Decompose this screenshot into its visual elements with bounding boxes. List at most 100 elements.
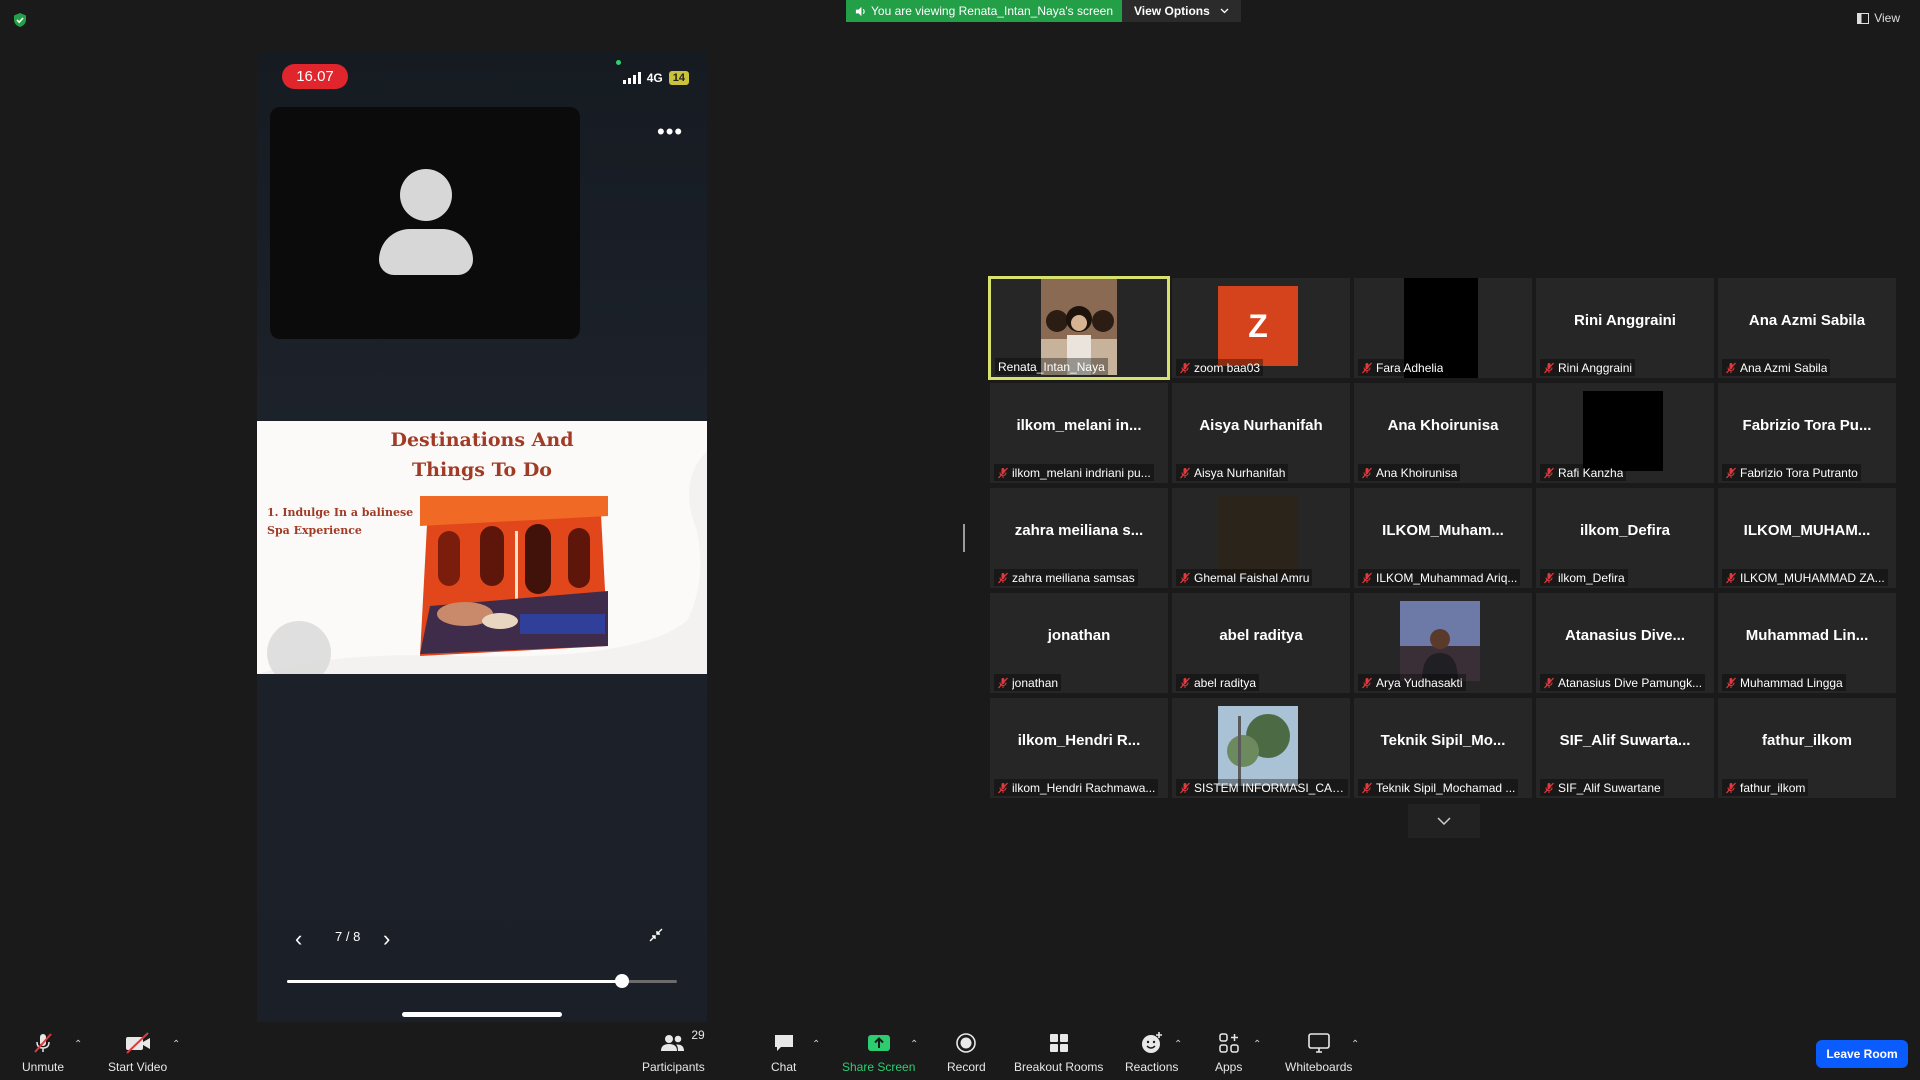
mic-off-icon	[1362, 782, 1372, 793]
participant-tile[interactable]: zahra meiliana s... zahra meiliana samsas	[990, 488, 1168, 588]
participant-count: 29	[691, 1028, 705, 1042]
home-indicator	[402, 1012, 562, 1017]
unmute-button[interactable]: Unmute	[22, 1030, 64, 1074]
participant-name-label: Fara Adhelia	[1358, 359, 1447, 376]
whiteboards-button[interactable]: Whiteboards	[1285, 1030, 1352, 1074]
more-options-icon[interactable]: •••	[657, 119, 683, 145]
participant-tile[interactable]: Ana Azmi Sabila Ana Azmi Sabila	[1718, 278, 1896, 378]
zoom-meeting-window: You are viewing Renata_Intan_Naya's scre…	[0, 0, 1920, 1080]
participant-video	[1218, 496, 1298, 576]
self-camera-placeholder	[270, 107, 580, 339]
mic-off-icon	[1180, 782, 1190, 793]
mic-off-icon	[1544, 782, 1554, 793]
participant-display-name: zahra meiliana s...	[1014, 522, 1144, 539]
participant-tile[interactable]: ILKOM_MUHAM... ILKOM_MUHAMMAD ZA...	[1718, 488, 1896, 588]
breakout-rooms-icon	[1049, 1034, 1068, 1052]
participant-tile[interactable]: Muhammad Lin... Muhammad Lingga	[1718, 593, 1896, 693]
view-layout-button[interactable]: View	[1857, 11, 1900, 25]
participant-name-label: Ana Azmi Sabila	[1722, 359, 1831, 376]
minimize-icon[interactable]	[647, 926, 665, 944]
avatar: Z	[1218, 286, 1298, 366]
record-button[interactable]: Record	[947, 1030, 986, 1074]
participant-name-label: SISTEM INFORMASI_CAS...	[1176, 779, 1348, 796]
participant-name-label: Ghemal Faishal Amru	[1176, 569, 1313, 586]
participant-tile[interactable]: Arya Yudhasakti	[1354, 593, 1532, 693]
participant-tile[interactable]: Fabrizio Tora Pu... Fabrizio Tora Putrant…	[1718, 383, 1896, 483]
panel-splitter[interactable]	[963, 524, 965, 552]
participant-display-name: abel raditya	[1219, 627, 1303, 644]
mic-off-icon	[1544, 362, 1554, 373]
shared-screen: 16.07 4G 14 ••• Destinations And Things …	[257, 52, 707, 1026]
participant-tile[interactable]: ilkom_Defira ilkom_Defira	[1536, 488, 1714, 588]
participant-tile[interactable]: ilkom_Hendri R... ilkom_Hendri Rachmawa..…	[990, 698, 1168, 798]
whiteboards-label: Whiteboards	[1285, 1060, 1353, 1074]
mic-off-icon	[998, 782, 1008, 793]
mic-off-icon	[1726, 677, 1736, 688]
mic-off-icon	[1726, 782, 1736, 793]
phone-clock: 16.07	[282, 64, 348, 89]
view-options-button[interactable]: View Options	[1122, 0, 1241, 22]
audio-options-caret[interactable]: ⌃	[74, 1039, 82, 1050]
participant-tile[interactable]: SISTEM INFORMASI_CAS...	[1172, 698, 1350, 798]
gallery-next-page-button[interactable]	[1408, 804, 1480, 838]
participant-tile[interactable]: Atanasius Dive... Atanasius Dive Pamungk.…	[1536, 593, 1714, 693]
whiteboard-icon	[1307, 1033, 1330, 1053]
participant-name-label: SIF_Alif Suwartane	[1540, 779, 1664, 796]
next-page-icon[interactable]: ›	[383, 926, 390, 952]
participant-tile[interactable]: Rafi Kanzha	[1536, 383, 1714, 483]
reactions-button[interactable]: Reactions	[1125, 1030, 1178, 1074]
participant-tile[interactable]: Ana Khoirunisa Ana Khoirunisa	[1354, 383, 1532, 483]
participant-tile[interactable]: Teknik Sipil_Mo... Teknik Sipil_Mochamad …	[1354, 698, 1532, 798]
breakout-rooms-button[interactable]: Breakout Rooms	[1014, 1030, 1103, 1074]
video-options-caret[interactable]: ⌃	[172, 1039, 180, 1050]
chat-options-caret[interactable]: ⌃	[812, 1039, 820, 1050]
participants-button[interactable]: 29 Participants	[642, 1028, 705, 1074]
participant-name-label: Muhammad Lingga	[1722, 674, 1846, 691]
participant-tile[interactable]: ilkom_melani in... ilkom_melani indriani …	[990, 383, 1168, 483]
participant-tile[interactable]: Ghemal Faishal Amru	[1172, 488, 1350, 588]
mic-off-icon	[1180, 362, 1190, 373]
apps-options-caret[interactable]: ⌃	[1253, 1039, 1261, 1050]
participant-tile[interactable]: jonathan jonathan	[990, 593, 1168, 693]
apps-button[interactable]: Apps	[1215, 1030, 1242, 1074]
share-options-caret[interactable]: ⌃	[910, 1039, 918, 1050]
participant-tile[interactable]: ILKOM_Muham... ILKOM_Muhammad Ariq...	[1354, 488, 1532, 588]
mic-off-icon	[1180, 677, 1190, 688]
smiley-icon	[1141, 1032, 1162, 1053]
participant-tile[interactable]: Zzoom baa03	[1172, 278, 1350, 378]
whiteboards-options-caret[interactable]: ⌃	[1351, 1039, 1359, 1050]
leave-room-button[interactable]: Leave Room	[1816, 1040, 1908, 1068]
participant-tile[interactable]: Fara Adhelia	[1354, 278, 1532, 378]
mic-off-icon	[1362, 362, 1372, 373]
progress-knob[interactable]	[615, 974, 630, 988]
participant-tile[interactable]: Renata_Intan_Naya	[988, 276, 1170, 380]
participant-tile[interactable]: Rini Anggraini Rini Anggraini	[1536, 278, 1714, 378]
chat-button[interactable]: Chat	[771, 1030, 796, 1074]
share-screen-button[interactable]: Share Screen	[842, 1030, 915, 1074]
mic-off-icon	[34, 1033, 52, 1053]
security-shield-icon[interactable]	[12, 12, 28, 28]
slide-title: Destinations And Things To Do	[390, 429, 574, 481]
participant-display-name: Ana Azmi Sabila	[1748, 312, 1866, 329]
participant-name-label: jonathan	[994, 674, 1062, 691]
banner-text: You are viewing Renata_Intan_Naya's scre…	[871, 4, 1114, 18]
participant-video	[1400, 601, 1480, 681]
participant-display-name: Muhammad Lin...	[1745, 627, 1869, 644]
participant-tile[interactable]: abel raditya abel raditya	[1172, 593, 1350, 693]
slide-progress-bar[interactable]	[287, 974, 677, 988]
presentation-slide: Destinations And Things To Do 1. Indulge…	[257, 421, 707, 674]
participant-tile[interactable]: Aisya Nurhanifah Aisya Nurhanifah	[1172, 383, 1350, 483]
mic-off-icon	[1726, 362, 1736, 373]
participant-name-label: Rini Anggraini	[1540, 359, 1636, 376]
previous-page-icon[interactable]: ‹	[295, 926, 302, 952]
view-label: View	[1874, 11, 1900, 25]
participant-name-label: Aisya Nurhanifah	[1176, 464, 1289, 481]
start-video-button[interactable]: Start Video	[108, 1030, 167, 1074]
reactions-options-caret[interactable]: ⌃	[1174, 1039, 1182, 1050]
participant-name-label: ILKOM_MUHAMMAD ZA...	[1722, 569, 1888, 586]
participant-tile[interactable]: fathur_ilkom fathur_ilkom	[1718, 698, 1896, 798]
grid-view-icon	[1857, 12, 1870, 24]
participant-tile[interactable]: SIF_Alif Suwarta... SIF_Alif Suwartane	[1536, 698, 1714, 798]
participant-name-label: Arya Yudhasakti	[1358, 674, 1466, 691]
participant-display-name: Teknik Sipil_Mo...	[1380, 732, 1506, 749]
